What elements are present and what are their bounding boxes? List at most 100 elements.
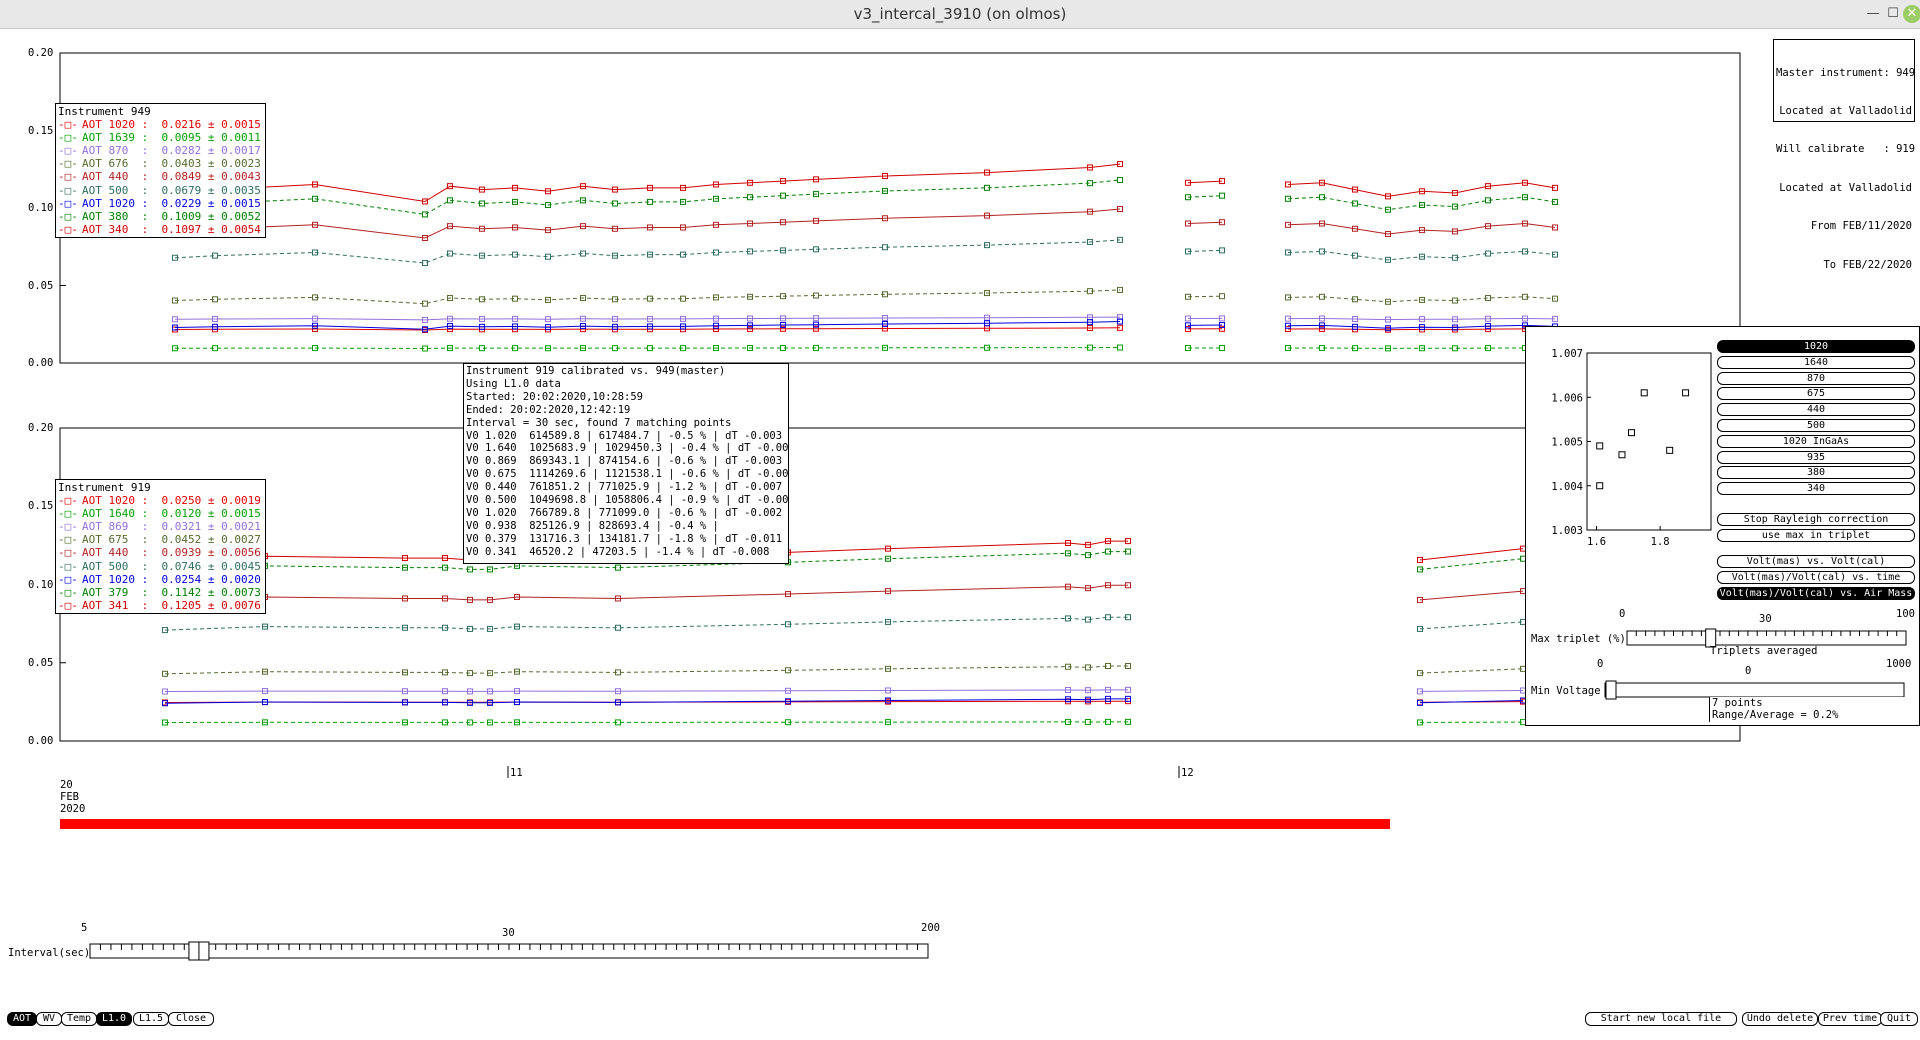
aot-series-line	[1419, 558, 1524, 570]
legend-marker-icon: -□-	[58, 533, 78, 547]
legend-label: AOT 1020 :	[82, 572, 155, 586]
channel-button-440[interactable]: 440	[1717, 403, 1915, 417]
info-line: V0 1.020 614589.8 | 617484.7 | -0.5 % | …	[466, 429, 783, 442]
info-line: Using L1.0 data	[466, 377, 561, 390]
time-axis-label-12: 12	[1181, 767, 1194, 779]
bottom-legend-row: -□- AOT 675 : 0.0452 ± 0.0027	[58, 533, 263, 546]
top-plot-ytick-label: 0.15	[28, 124, 54, 137]
prev-time-button[interactable]: Prev time	[1818, 1012, 1882, 1026]
channel-button-935[interactable]: 935	[1717, 450, 1915, 464]
tab-wv[interactable]: WV	[36, 1012, 62, 1026]
legend-value: 0.1097 ± 0.0054	[154, 222, 261, 236]
aot-series-line	[164, 689, 1128, 692]
time-axis-label-11: 11	[510, 767, 523, 779]
channel-button-1020-ingaas[interactable]: 1020 InGaAs	[1717, 434, 1915, 448]
scatter-xtick-label: 1.6	[1587, 536, 1606, 548]
undo-delete-button[interactable]: Undo delete	[1742, 1012, 1818, 1026]
bottom-legend-row: -□- AOT 1020 : 0.0250 ± 0.0019	[58, 494, 263, 507]
bottom-legend-row: -□- AOT 379 : 0.1142 ± 0.0073	[58, 586, 263, 599]
minimize-icon[interactable]: —	[1864, 5, 1882, 23]
top-legend-row: -□- AOT 870 : 0.0282 ± 0.0017	[58, 144, 263, 157]
mode-button-1[interactable]: Volt(mas) vs. Volt(cal)	[1717, 555, 1915, 568]
channel-button-380[interactable]: 380	[1717, 466, 1915, 480]
aot-series-line	[1287, 250, 1556, 261]
bottom-legend-row: -□- AOT 869 : 0.0321 ± 0.0021	[58, 520, 263, 533]
aot-series-line	[1419, 668, 1524, 674]
maximize-icon[interactable]: ☐	[1884, 5, 1902, 23]
channel-button-1640[interactable]: 1640	[1717, 355, 1915, 369]
window-title: v3_intercal_3910 (on olmos)	[853, 5, 1067, 23]
bottom-plot-ytick-label: 0.20	[28, 422, 54, 434]
mode-button-3[interactable]: Volt(mas)/Volt(cal) vs. Air Mass	[1717, 586, 1915, 600]
channel-button-500[interactable]: 500	[1717, 419, 1915, 432]
legend-label: AOT 869 :	[82, 520, 155, 534]
channel-button-1020[interactable]: 1020	[1717, 340, 1915, 353]
aot-series-marker	[1219, 344, 1225, 351]
use-max-triplet-button[interactable]: use max in triplet	[1717, 528, 1915, 542]
aot-series-marker	[447, 250, 453, 257]
info-line: V0 0.379 131716.3 | 134181.7 | -1.8 % | …	[466, 532, 783, 545]
voltage-ratio-scatter: 1.007 1.006 1.005 1.004 1.003 1.6 1.8	[1551, 348, 1712, 548]
tab-l10[interactable]: L1.0	[96, 1012, 132, 1026]
channel-button-870[interactable]: 870	[1717, 371, 1915, 385]
legend-marker-icon: -□-	[58, 170, 78, 184]
bottom-plot-ytick-label: 0.00	[28, 735, 54, 747]
legend-marker-icon: -□-	[58, 131, 78, 145]
legend-label: AOT 870 :	[82, 144, 155, 158]
aot-series-marker	[1219, 293, 1225, 300]
legend-label: AOT 379 :	[82, 585, 155, 599]
time-axis-day: 20	[60, 779, 73, 791]
master-line: Located at Valladolid	[1779, 181, 1912, 194]
aot-series-line	[1187, 180, 1223, 184]
top-legend-row: -□- AOT 1020 : 0.0229 ± 0.0015	[58, 197, 263, 210]
top-plot-ytick-label: 0.10	[28, 202, 54, 214]
bottom-plot-ytick-label: 0.15	[28, 500, 54, 513]
close-icon[interactable]: ✕	[1903, 5, 1920, 23]
top-legend-row: -□- AOT 1020 : 0.0216 ± 0.0015	[58, 118, 263, 131]
legend-marker-icon: -□-	[58, 209, 78, 223]
aot-series-line	[164, 616, 1128, 631]
channel-button-675[interactable]: 675	[1717, 387, 1915, 401]
legend-value: 0.0746 ± 0.0045	[154, 559, 261, 573]
tab-temp[interactable]: Temp	[61, 1012, 97, 1026]
mode-button-2[interactable]: Volt(mas)/Volt(cal) vs. time	[1717, 570, 1915, 584]
info-line: V0 1.640 1025683.9 | 1029450.3 | -0.4 % …	[466, 442, 789, 455]
min-voltage-label: Min Voltage	[1531, 685, 1601, 697]
aot-series-line	[1287, 324, 1556, 329]
tab-l15[interactable]: L1.5	[133, 1012, 169, 1026]
tab-close[interactable]: Close	[168, 1012, 214, 1026]
master-line: Will calibrate : 919	[1776, 143, 1916, 156]
legend-label: AOT 340 :	[82, 222, 155, 236]
min-voltage-min: 0	[1597, 658, 1604, 670]
legend-value: 0.0321 ± 0.0021	[154, 520, 261, 534]
max-triplet-value: 30	[1759, 613, 1772, 625]
legend-marker-icon: -□-	[58, 118, 78, 132]
legend-marker-icon: -□-	[58, 546, 78, 560]
min-voltage-value: 0	[1745, 665, 1752, 677]
legend-value: 0.0095 ± 0.0011	[154, 131, 261, 145]
channel-button-340[interactable]: 340	[1717, 482, 1915, 496]
scatter-point	[1628, 429, 1636, 437]
legend-label: AOT 440 :	[82, 546, 155, 560]
bottom-plot-frame	[59, 427, 1741, 742]
legend-label: AOT 1639 :	[82, 131, 155, 145]
bottom-legend-row: -□- AOT 440 : 0.0939 ± 0.0056	[58, 546, 263, 559]
legend-value: 0.0120 ± 0.0015	[154, 507, 261, 521]
legend-value: 0.0254 ± 0.0020	[154, 572, 261, 586]
window-titlebar: v3_intercal_3910 (on olmos) — ☐ ✕	[0, 0, 1920, 29]
master-info-box: Master instrument: 949 Located at Vallad…	[1773, 39, 1915, 271]
legend-value: 0.1009 ± 0.0052	[154, 209, 261, 223]
calibration-info-box: Instrument 919 calibrated vs. 949(master…	[463, 363, 789, 564]
aot-series-line	[1419, 690, 1524, 692]
top-legend-row: -□- AOT 340 : 0.1097 ± 0.0054	[58, 223, 263, 236]
stop-rayleigh-button[interactable]: Stop Rayleigh correction	[1717, 513, 1915, 526]
interval-slider[interactable]	[88, 940, 932, 962]
tab-aot[interactable]: AOT	[7, 1012, 37, 1026]
start-new-local-file-button[interactable]: Start new local file	[1585, 1012, 1737, 1026]
aot-series-marker	[422, 211, 428, 218]
legend-label: AOT 1020 :	[82, 494, 155, 508]
legend-marker-icon: -□-	[58, 157, 78, 171]
legend-value: 0.0216 ± 0.0015	[154, 118, 261, 132]
quit-button[interactable]: Quit	[1880, 1012, 1918, 1026]
info-line: Interval = 30 sec, found 7 matching poin…	[466, 416, 732, 429]
